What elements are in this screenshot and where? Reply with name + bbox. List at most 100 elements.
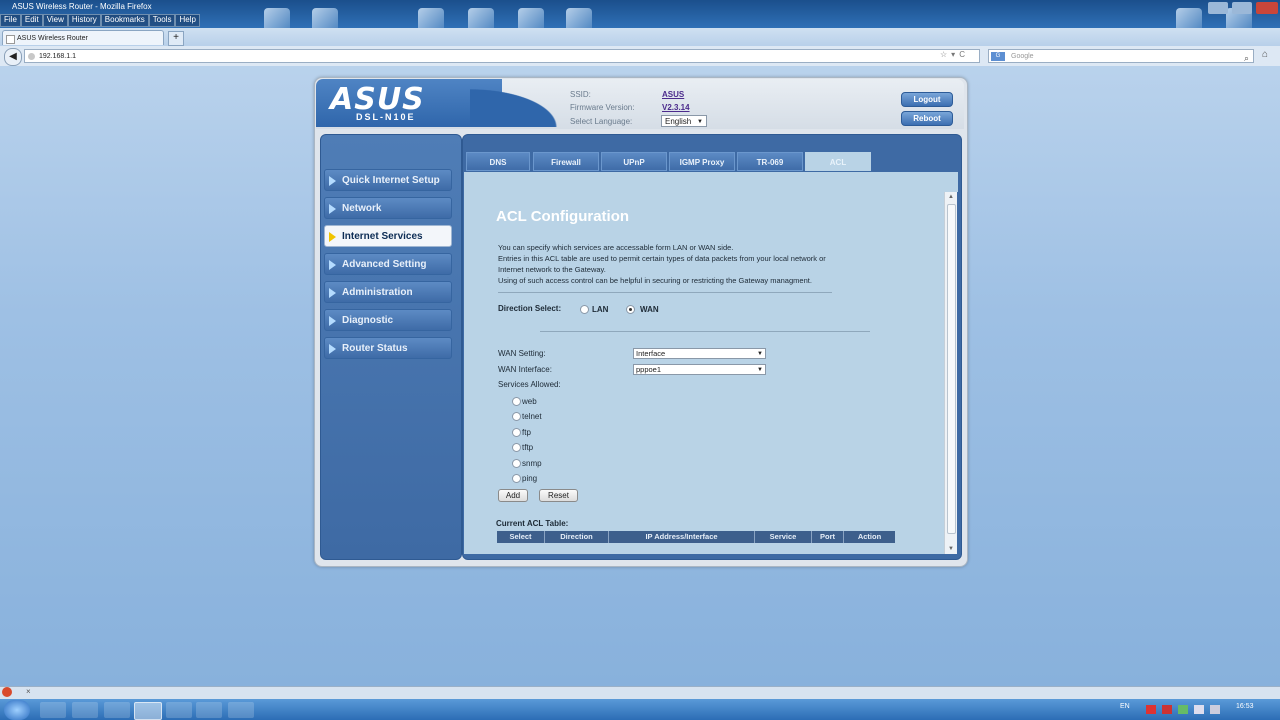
wan-interface-value: pppoe1 — [636, 365, 662, 374]
sidebar-item-router-status[interactable]: Router Status — [324, 337, 452, 359]
services-allowed-label: Services Allowed: — [498, 380, 561, 389]
menu-history[interactable]: History — [67, 14, 101, 27]
sidebar-item-quick-internet-setup[interactable]: Quick Internet Setup — [324, 169, 452, 191]
sidebar-item-label: Network — [342, 203, 382, 214]
menu-edit[interactable]: Edit — [20, 14, 43, 27]
clock[interactable]: 16:53 — [1236, 703, 1254, 710]
maximize-icon[interactable] — [1232, 2, 1252, 14]
sidebar-item-label: Router Status — [342, 343, 408, 354]
tray-icon[interactable] — [1178, 705, 1188, 714]
taskbar-app[interactable] — [228, 702, 254, 718]
sidebar-item-label: Quick Internet Setup — [342, 175, 440, 186]
minimize-icon[interactable] — [1208, 2, 1228, 14]
taskbar-app[interactable] — [40, 702, 66, 718]
taskbar — [0, 699, 1280, 720]
service-label: ping — [522, 474, 538, 483]
tab-acl[interactable]: ACL — [805, 152, 871, 171]
column-header: Port — [812, 531, 844, 543]
arrow-right-icon — [329, 260, 336, 270]
wan-interface-select[interactable]: pppoe1 ▼ — [633, 364, 766, 375]
sidebar-item-label: Internet Services — [342, 231, 423, 242]
tab-tr-069[interactable]: TR-069 — [737, 152, 803, 171]
taskbar-app[interactable] — [196, 702, 222, 718]
wan-setting-select[interactable]: Interface ▼ — [633, 348, 766, 359]
language-label: Select Language: — [570, 117, 633, 126]
menu-view[interactable]: View — [42, 14, 68, 27]
ssid-label: SSID: — [570, 90, 591, 99]
browser-tab[interactable]: ASUS Wireless Router — [2, 30, 164, 45]
sidebar-item-network[interactable]: Network — [324, 197, 452, 219]
description-line: Using of such access control can be help… — [498, 276, 812, 285]
logout-button[interactable]: Logout — [901, 92, 953, 107]
reset-button[interactable]: Reset — [539, 489, 578, 502]
close-icon[interactable] — [1256, 2, 1278, 14]
new-tab-button[interactable]: + — [168, 31, 184, 46]
service-web-checkbox[interactable] — [512, 397, 521, 406]
service-tftp-checkbox[interactable] — [512, 443, 521, 452]
column-header: Service — [755, 531, 812, 543]
language-indicator[interactable]: EN — [1120, 703, 1130, 710]
menu-tools[interactable]: Tools — [148, 14, 176, 27]
sidebar-item-advanced-setting[interactable]: Advanced Setting — [324, 253, 452, 275]
menu-help[interactable]: Help — [175, 14, 200, 27]
add-button[interactable]: Add — [498, 489, 528, 502]
page-icon — [6, 35, 15, 44]
tray-icon[interactable] — [1162, 705, 1172, 714]
sidebar-item-diagnostic[interactable]: Diagnostic — [324, 309, 452, 331]
column-header: Select — [497, 531, 545, 543]
start-button[interactable] — [4, 700, 30, 720]
column-header: IP Address/Interface — [609, 531, 755, 543]
tab-igmp-proxy[interactable]: IGMP Proxy — [669, 152, 735, 171]
wan-interface-label: WAN Interface: — [498, 365, 552, 374]
tab-firewall[interactable]: Firewall — [533, 152, 599, 171]
firmware-value[interactable]: V2.3.14 — [662, 103, 690, 112]
arrow-right-icon — [329, 344, 336, 354]
tray-icon[interactable] — [1194, 705, 1204, 714]
scroll-up-icon[interactable]: ▲ — [948, 194, 954, 200]
language-value: English — [665, 117, 692, 126]
divider — [540, 331, 870, 332]
service-snmp-checkbox[interactable] — [512, 459, 521, 468]
column-header: Action — [857, 532, 882, 541]
taskbar-app[interactable] — [72, 702, 98, 718]
ssid-value[interactable]: ASUS — [662, 90, 684, 99]
taskbar-app[interactable] — [104, 702, 130, 718]
arrow-right-icon — [329, 316, 336, 326]
page-title: ACL Configuration — [496, 208, 630, 225]
tray-icon[interactable] — [1146, 705, 1156, 714]
tab-upnp[interactable]: UPnP — [601, 152, 667, 171]
direction-lan-radio[interactable] — [580, 305, 589, 314]
tab-dns[interactable]: DNS — [466, 152, 530, 171]
menu-bookmarks[interactable]: Bookmarks — [100, 14, 149, 27]
reboot-button[interactable]: Reboot — [901, 111, 953, 126]
sidebar-item-administration[interactable]: Administration — [324, 281, 452, 303]
language-select[interactable]: English ▼ — [661, 115, 707, 127]
column-header: Direction — [545, 531, 609, 543]
sidebar-item-label: Advanced Setting — [342, 259, 427, 270]
taskbar-app-firefox[interactable] — [134, 702, 162, 720]
scrollbar-thumb[interactable] — [947, 204, 956, 534]
acl-table-header: Select Direction IP Address/Interface Se… — [497, 531, 895, 543]
tray-icon[interactable] — [1210, 705, 1220, 714]
service-ping-checkbox[interactable] — [512, 474, 521, 483]
menu-file[interactable]: File — [0, 14, 21, 27]
sidebar-item-label: Administration — [342, 287, 413, 298]
close-addon-bar-icon[interactable]: × — [26, 687, 31, 696]
home-icon[interactable]: ⌂ — [1262, 49, 1268, 60]
service-ftp-checkbox[interactable] — [512, 428, 521, 437]
scrollbar[interactable]: ▲ ▼ — [944, 192, 957, 554]
back-button[interactable]: ◀ — [4, 48, 22, 66]
service-label: snmp — [522, 459, 542, 468]
scroll-down-icon[interactable]: ▼ — [948, 546, 954, 552]
service-telnet-checkbox[interactable] — [512, 412, 521, 421]
search-engine-icon[interactable]: G — [991, 52, 1005, 61]
search-input[interactable]: G Google ⌕ — [988, 49, 1254, 63]
search-icon[interactable]: ⌕ — [1244, 51, 1249, 65]
sidebar-item-internet-services[interactable]: Internet Services — [324, 225, 452, 247]
addon-bar-icon[interactable] — [2, 687, 12, 697]
wan-setting-value: Interface — [636, 349, 666, 358]
url-bar-icons[interactable]: ☆▾C — [940, 50, 969, 59]
taskbar-app[interactable] — [166, 702, 192, 718]
url-bar[interactable]: 192.168.1.1 — [24, 49, 980, 63]
direction-wan-radio[interactable] — [626, 305, 635, 314]
